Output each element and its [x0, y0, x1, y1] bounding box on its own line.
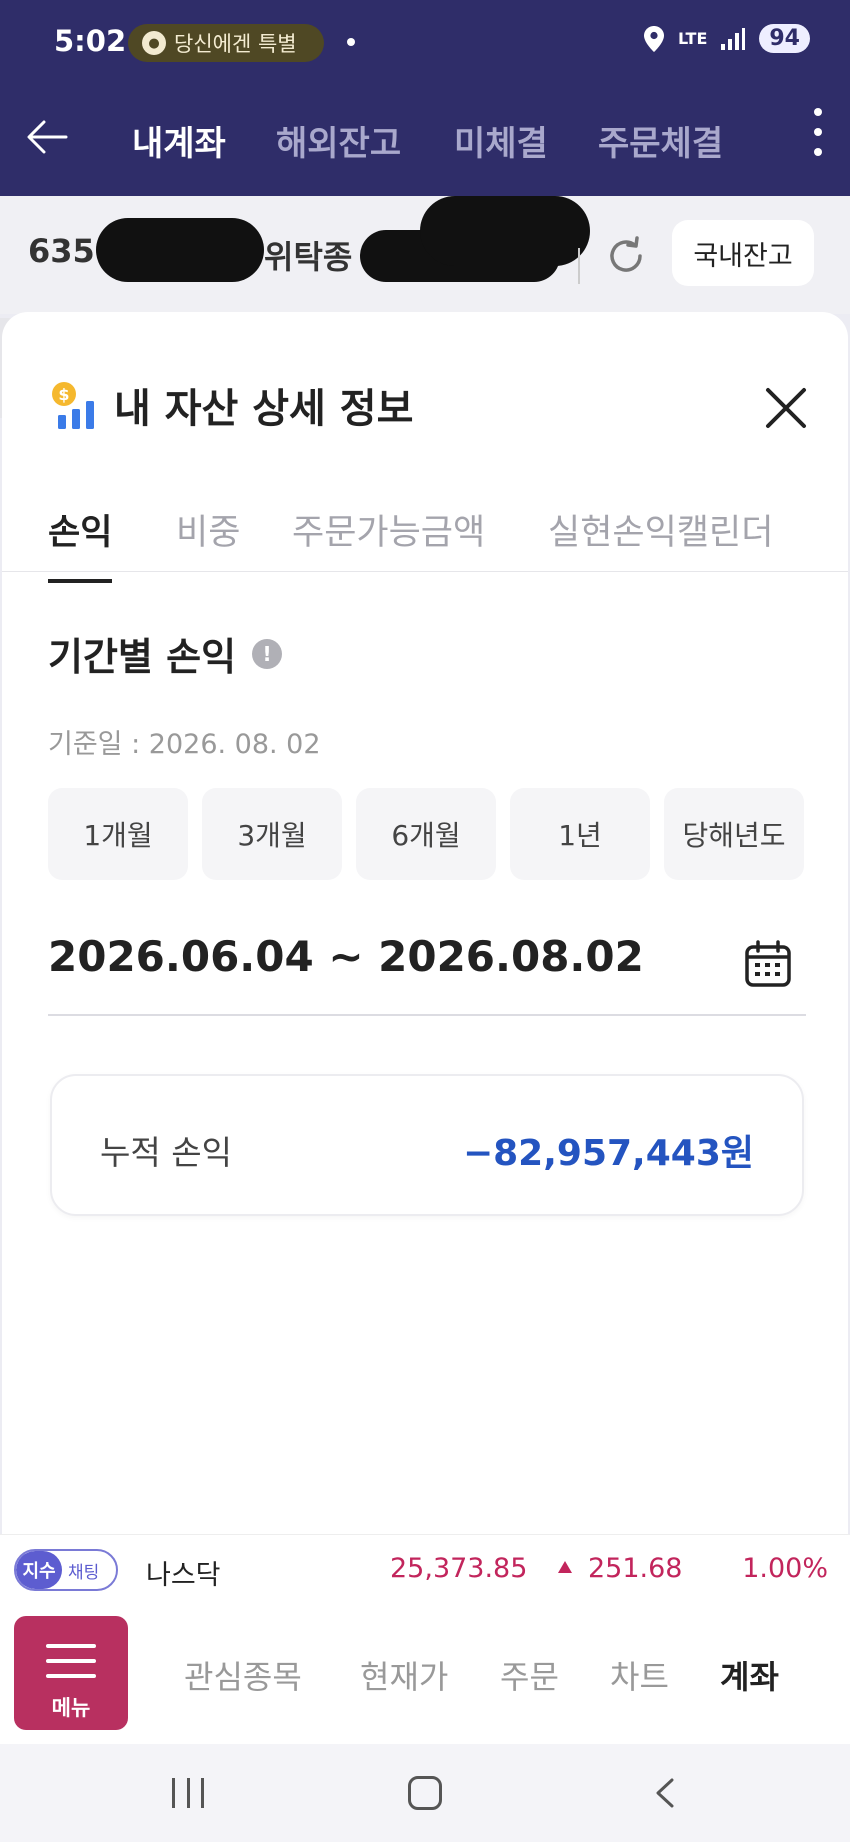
- menu-label: 메뉴: [51, 1696, 91, 1720]
- calendar-icon[interactable]: [744, 940, 792, 988]
- sheet-title: 내 자산 상세 정보: [114, 386, 414, 432]
- divider: [578, 248, 580, 284]
- scroll-fade: [820, 1602, 850, 1744]
- recent-apps-icon[interactable]: [172, 1778, 204, 1808]
- sheet-tabs: 손익 비중 주문가능금액 실현손익캘린더: [2, 504, 848, 583]
- tab-weight[interactable]: 비중: [176, 504, 240, 579]
- account-number[interactable]: 635: [28, 232, 95, 270]
- up-triangle-icon: [558, 1561, 572, 1573]
- ticker-percent: 1.00%: [742, 1553, 828, 1584]
- period-pl-heading: 기간별 손익 !: [48, 626, 283, 681]
- sheet-header: $ 내 자산 상세 정보: [50, 376, 413, 434]
- notification-text: 당신에겐 특별: [174, 32, 297, 56]
- tab-overseas-balance[interactable]: 해외잔고: [276, 116, 401, 165]
- back-arrow-icon[interactable]: [22, 112, 72, 162]
- system-nav-bar: [0, 1744, 850, 1842]
- hamburger-icon: [46, 1644, 96, 1678]
- notification-pill[interactable]: ● 당신에겐 특별: [128, 24, 324, 62]
- system-back-icon[interactable]: [648, 1776, 682, 1810]
- nav-account[interactable]: 계좌: [720, 1652, 779, 1698]
- cumulative-pl-card: 누적 손익 −82,957,443원: [50, 1074, 804, 1216]
- period-button-ytd[interactable]: 당해년도: [664, 788, 804, 880]
- index-ticker[interactable]: 지수 채팅 나스닥 25,373.85 251.68 1.00%: [0, 1534, 850, 1602]
- account-row: 635 위탁종 국내잔고: [0, 196, 850, 314]
- period-button-1m[interactable]: 1개월: [48, 788, 188, 880]
- more-options-icon[interactable]: [808, 102, 828, 162]
- status-time: 5:02: [54, 24, 127, 58]
- tab-profit-loss[interactable]: 손익: [48, 504, 113, 583]
- tab-my-account[interactable]: 내계좌: [132, 116, 226, 165]
- battery-indicator: 94: [759, 24, 810, 53]
- nav-watchlist[interactable]: 관심종목: [184, 1652, 302, 1698]
- location-icon: [643, 25, 664, 52]
- ticker-change: 251.68: [588, 1553, 683, 1584]
- domestic-balance-button[interactable]: 국내잔고: [672, 220, 814, 286]
- index-badge: 지수: [16, 1551, 62, 1589]
- menu-button[interactable]: 메뉴: [14, 1616, 128, 1730]
- close-icon[interactable]: [762, 384, 810, 432]
- signal-icon: [721, 27, 746, 50]
- cumulative-pl-label: 누적 손익: [100, 1133, 232, 1172]
- asset-chart-icon: $: [52, 382, 94, 429]
- info-icon[interactable]: !: [252, 638, 283, 669]
- home-icon[interactable]: [408, 1776, 442, 1810]
- redaction-mark: [96, 218, 264, 282]
- index-chat-toggle[interactable]: 지수 채팅: [14, 1549, 118, 1591]
- cumulative-pl-value: −82,957,443원: [462, 1133, 754, 1174]
- nav-chart[interactable]: 차트: [610, 1652, 669, 1698]
- record-icon: ●: [142, 31, 166, 55]
- period-selector: 1개월 3개월 6개월 1년 당해년도: [48, 788, 804, 880]
- refresh-icon[interactable]: [604, 234, 648, 278]
- app-header: 내계좌 해외잔고 미체결 주문체결: [0, 84, 850, 196]
- section-title: 기간별 손익: [48, 635, 237, 679]
- redaction-mark: [420, 196, 590, 266]
- tab-order-fills[interactable]: 주문체결: [598, 116, 723, 165]
- tab-orderable-amount[interactable]: 주문가능금액: [292, 504, 485, 579]
- ticker-name: 나스닥: [146, 1560, 221, 1591]
- range-underline: [48, 1014, 806, 1016]
- bottom-nav: 메뉴 관심종목 현재가 주문 차트 계좌: [0, 1602, 850, 1744]
- network-label: LTE: [677, 29, 708, 48]
- chat-badge: 채팅: [68, 1562, 100, 1583]
- base-date: 기준일 : 2026. 08. 02: [48, 729, 321, 760]
- status-bar: 5:02 ● 당신에겐 특별 LTE 94: [0, 0, 850, 84]
- top-bar: 5:02 ● 당신에겐 특별 LTE 94 내계좌 해외잔고 미체결 주문체결: [0, 0, 850, 196]
- asset-detail-sheet: $ 내 자산 상세 정보 손익 비중 주문가능금액 실현손익캘린더 기간별 손익…: [2, 312, 848, 1534]
- tab-unfilled[interactable]: 미체결: [454, 116, 548, 165]
- period-button-1y[interactable]: 1년: [510, 788, 650, 880]
- nav-current-price[interactable]: 현재가: [360, 1652, 448, 1698]
- period-button-3m[interactable]: 3개월: [202, 788, 342, 880]
- tab-realized-calendar[interactable]: 실현손익캘린더: [548, 504, 773, 579]
- system-icons: LTE 94: [643, 24, 810, 53]
- ticker-value: 25,373.85: [390, 1553, 528, 1584]
- period-button-6m[interactable]: 6개월: [356, 788, 496, 880]
- date-range[interactable]: 2026.06.04 ~ 2026.08.02: [48, 932, 644, 981]
- notification-dot: [347, 38, 355, 46]
- nav-order[interactable]: 주문: [500, 1652, 559, 1698]
- svg-text:$: $: [58, 385, 69, 404]
- account-type: 위탁종: [264, 238, 353, 276]
